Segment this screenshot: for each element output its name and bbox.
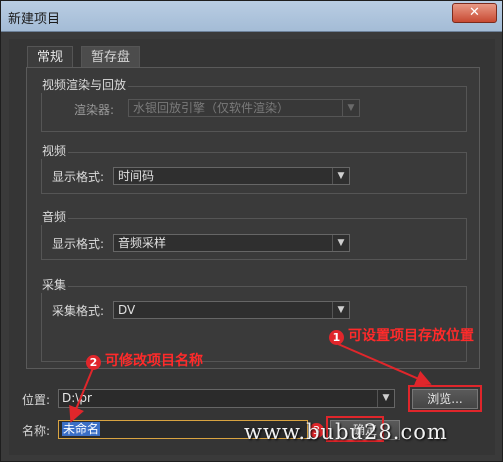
- arrow-to-name: [69, 367, 94, 423]
- watermark: www.bubu28.com: [244, 420, 448, 444]
- arrow-to-browse: [337, 343, 432, 386]
- annotation-arrows: [69, 343, 432, 423]
